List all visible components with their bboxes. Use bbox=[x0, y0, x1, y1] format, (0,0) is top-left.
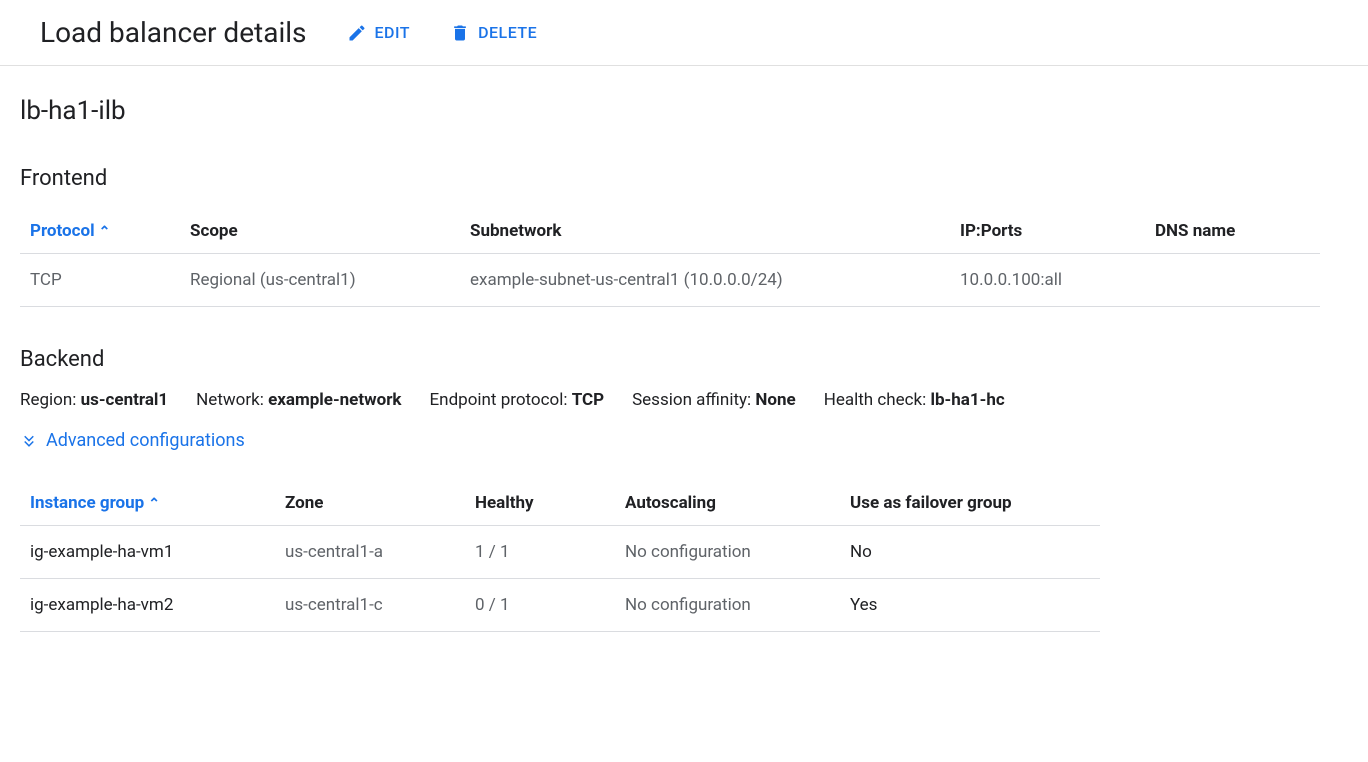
backend-healthy-cell: 1 / 1 bbox=[465, 526, 615, 579]
load-balancer-name: lb-ha1-ilb bbox=[20, 96, 1348, 126]
edit-icon bbox=[347, 23, 367, 43]
backend-session-affinity: Session affinity: None bbox=[632, 390, 796, 410]
backend-failover-cell: No bbox=[840, 526, 1100, 579]
backend-region: Region: us-central1 bbox=[20, 390, 168, 410]
backend-autoscaling-cell: No configuration bbox=[615, 579, 840, 632]
backend-section-title: Backend bbox=[20, 347, 1348, 372]
double-chevron-down-icon bbox=[20, 432, 38, 450]
frontend-col-dnsname[interactable]: DNS name bbox=[1145, 209, 1320, 254]
frontend-col-protocol[interactable]: Protocol⌃ bbox=[20, 209, 180, 254]
frontend-scope-cell: Regional (us-central1) bbox=[180, 254, 460, 307]
frontend-col-scope[interactable]: Scope bbox=[180, 209, 460, 254]
frontend-col-ipports[interactable]: IP:Ports bbox=[950, 209, 1145, 254]
table-row: ig-example-ha-vm1 us-central1-a 1 / 1 No… bbox=[20, 526, 1100, 579]
backend-endpoint-protocol: Endpoint protocol: TCP bbox=[430, 390, 605, 410]
backend-meta: Region: us-central1 Network: example-net… bbox=[20, 390, 1348, 410]
backend-failover-cell: Yes bbox=[840, 579, 1100, 632]
backend-health-check: Health check: lb-ha1-hc bbox=[824, 390, 1005, 410]
frontend-ipports-cell: 10.0.0.100:all bbox=[950, 254, 1145, 307]
backend-col-zone[interactable]: Zone bbox=[275, 481, 465, 526]
backend-col-healthy[interactable]: Healthy bbox=[465, 481, 615, 526]
chevron-up-icon: ⌃ bbox=[99, 224, 111, 240]
backend-instance-group-cell: ig-example-ha-vm1 bbox=[20, 526, 275, 579]
table-row: TCP Regional (us-central1) example-subne… bbox=[20, 254, 1320, 307]
delete-icon bbox=[450, 23, 470, 43]
backend-healthy-cell: 0 / 1 bbox=[465, 579, 615, 632]
advanced-configurations-toggle[interactable]: Advanced configurations bbox=[20, 430, 1348, 451]
chevron-up-icon: ⌃ bbox=[148, 496, 160, 512]
table-row: ig-example-ha-vm2 us-central1-c 0 / 1 No… bbox=[20, 579, 1100, 632]
backend-col-failover[interactable]: Use as failover group bbox=[840, 481, 1100, 526]
advanced-configurations-label: Advanced configurations bbox=[46, 430, 245, 451]
frontend-table: Protocol⌃ Scope Subnetwork IP:Ports DNS … bbox=[20, 209, 1320, 307]
page-title: Load balancer details bbox=[40, 16, 307, 49]
backend-instance-group-cell: ig-example-ha-vm2 bbox=[20, 579, 275, 632]
delete-button-label: DELETE bbox=[478, 23, 537, 42]
backend-col-autoscaling[interactable]: Autoscaling bbox=[615, 481, 840, 526]
backend-col-instance-group[interactable]: Instance group⌃ bbox=[20, 481, 275, 526]
edit-button[interactable]: EDIT bbox=[347, 23, 411, 43]
edit-button-label: EDIT bbox=[375, 23, 411, 42]
frontend-col-subnetwork[interactable]: Subnetwork bbox=[460, 209, 950, 254]
frontend-protocol-cell: TCP bbox=[20, 254, 180, 307]
delete-button[interactable]: DELETE bbox=[450, 23, 537, 43]
page-header: Load balancer details EDIT DELETE bbox=[0, 0, 1368, 66]
backend-zone-cell: us-central1-c bbox=[275, 579, 465, 632]
backend-autoscaling-cell: No configuration bbox=[615, 526, 840, 579]
backend-network: Network: example-network bbox=[196, 390, 401, 410]
backend-table: Instance group⌃ Zone Healthy Autoscaling… bbox=[20, 481, 1100, 632]
content-area: lb-ha1-ilb Frontend Protocol⌃ Scope Subn… bbox=[0, 66, 1368, 702]
backend-zone-cell: us-central1-a bbox=[275, 526, 465, 579]
frontend-section-title: Frontend bbox=[20, 166, 1348, 191]
frontend-dnsname-cell bbox=[1145, 254, 1320, 307]
frontend-subnetwork-cell: example-subnet-us-central1 (10.0.0.0/24) bbox=[460, 254, 950, 307]
